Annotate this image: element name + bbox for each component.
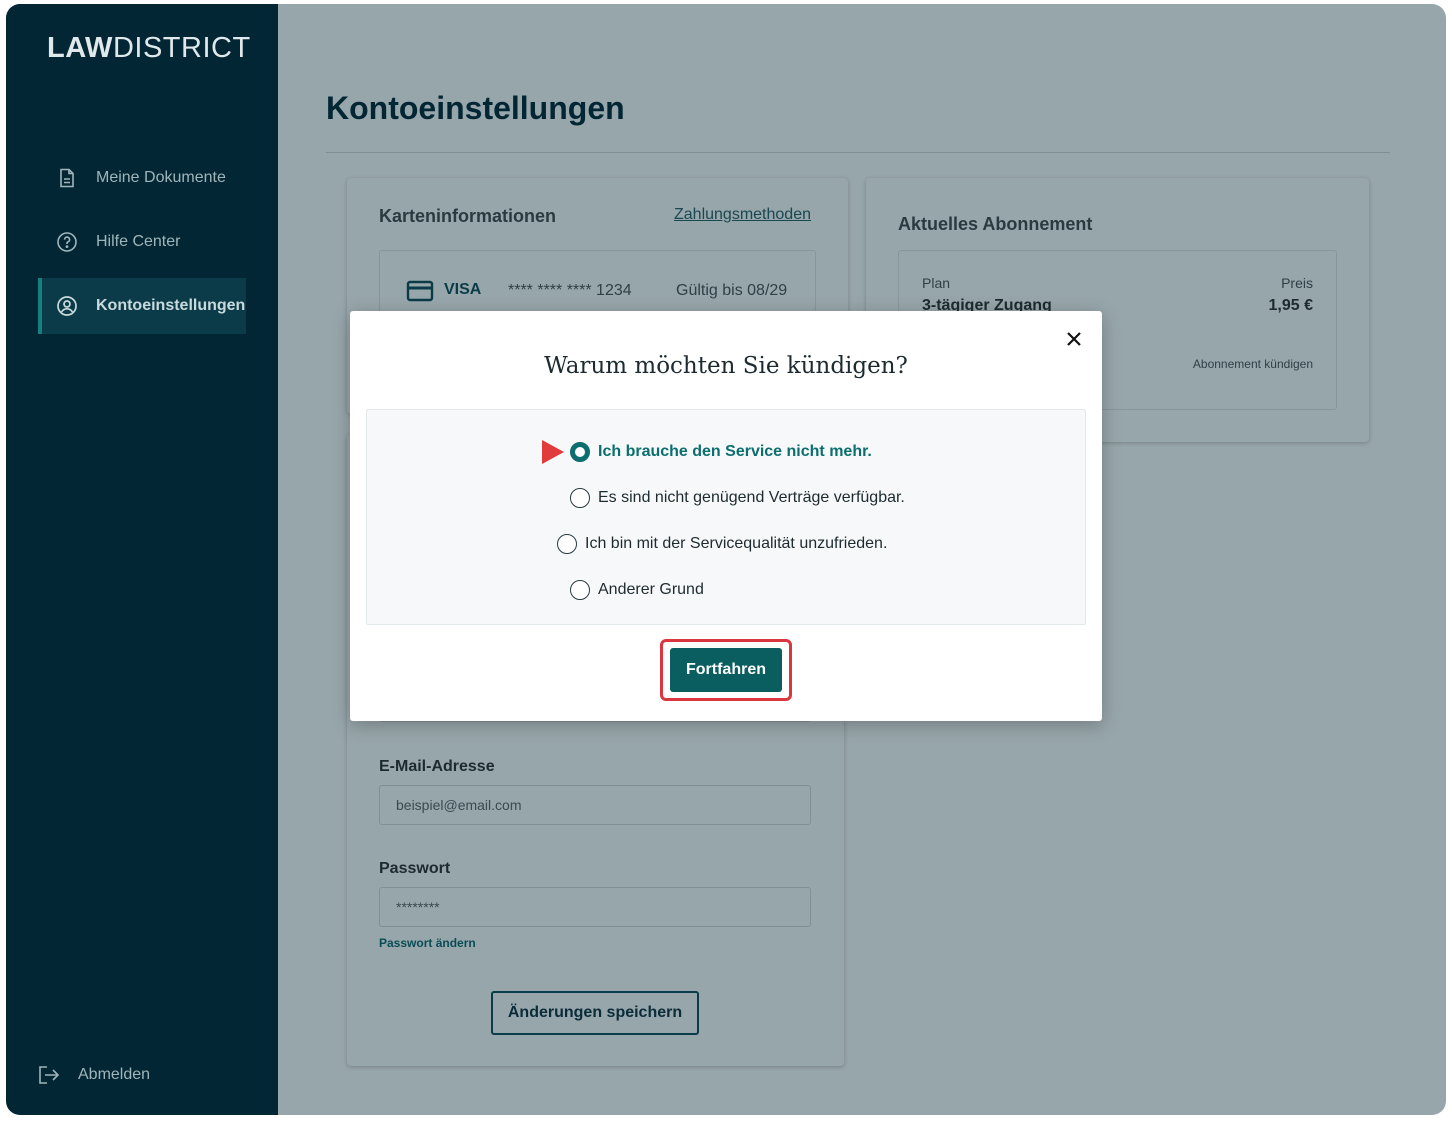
- plan-label: Plan: [922, 275, 951, 291]
- continue-highlight: Fortfahren: [660, 639, 792, 701]
- price-value: 1,95 €: [1268, 297, 1313, 314]
- sidebar-item-help[interactable]: Hilfe Center: [38, 214, 246, 270]
- app-window: LAWDISTRICT Meine Dokumente Hilfe Center: [6, 4, 1446, 1115]
- card-brand: VISA: [444, 281, 482, 298]
- save-changes-button[interactable]: Änderungen speichern: [491, 991, 699, 1035]
- close-button[interactable]: [1062, 329, 1086, 353]
- reason-option-quality[interactable]: Ich bin mit der Servicequalität unzufrie…: [557, 534, 887, 554]
- logo-bold-part: LAW: [47, 32, 113, 64]
- reason-options: Ich brauche den Service nicht mehr. Es s…: [366, 409, 1086, 625]
- document-icon: [56, 167, 78, 189]
- payment-methods-link[interactable]: Zahlungsmethoden: [674, 206, 811, 224]
- reason-label: Es sind nicht genügend Verträge verfügba…: [598, 489, 905, 506]
- email-input[interactable]: beispiel@email.com: [379, 785, 811, 825]
- continue-button[interactable]: Fortfahren: [670, 648, 782, 692]
- sidebar-item-account-settings[interactable]: Kontoeinstellungen: [38, 278, 246, 334]
- pointer-arrow-icon: [542, 440, 564, 464]
- cancel-reason-modal: Warum möchten Sie kündigen? Ich brauche …: [350, 311, 1102, 721]
- cancel-subscription-link[interactable]: Abonnement kündigen: [1193, 357, 1313, 371]
- card-info-heading: Karteninformationen: [379, 206, 557, 226]
- radio[interactable]: [570, 488, 590, 508]
- logo[interactable]: LAWDISTRICT: [47, 32, 251, 65]
- title-divider: [326, 152, 1390, 153]
- price-label: Preis: [1281, 275, 1313, 291]
- sidebar-item-label: Meine Dokumente: [96, 169, 226, 186]
- reason-option-no-need[interactable]: Ich brauche den Service nicht mehr.: [570, 442, 872, 462]
- password-input[interactable]: ********: [379, 887, 811, 927]
- logo-light-part: DISTRICT: [112, 32, 251, 64]
- credit-card-icon: [406, 280, 434, 307]
- sidebar-item-label: Hilfe Center: [96, 233, 181, 250]
- change-password-link[interactable]: Passwort ändern: [379, 936, 476, 950]
- email-label: E-Mail-Adresse: [379, 758, 495, 775]
- reason-label: Ich brauche den Service nicht mehr.: [598, 443, 872, 460]
- user-circle-icon: [56, 295, 78, 317]
- logout-button[interactable]: Abmelden: [38, 1064, 150, 1086]
- help-circle-icon: [56, 231, 78, 253]
- reason-label: Ich bin mit der Servicequalität unzufrie…: [585, 535, 888, 552]
- logout-icon: [38, 1064, 62, 1086]
- sidebar-item-label: Kontoeinstellungen: [96, 297, 246, 314]
- radio[interactable]: [570, 580, 590, 600]
- radio-selected[interactable]: [570, 442, 590, 462]
- subscription-heading: Aktuelles Abonnement: [898, 214, 1093, 234]
- reason-option-other[interactable]: Anderer Grund: [570, 580, 704, 600]
- close-icon: [1065, 330, 1083, 353]
- password-label: Passwort: [379, 860, 451, 877]
- card-number: **** **** **** 1234: [508, 282, 632, 299]
- sidebar-item-documents[interactable]: Meine Dokumente: [38, 150, 246, 206]
- card-expiry: Gültig bis 08/29: [676, 282, 788, 299]
- radio[interactable]: [557, 534, 577, 554]
- sidebar: LAWDISTRICT Meine Dokumente Hilfe Center: [6, 4, 278, 1115]
- reason-label: Anderer Grund: [598, 581, 704, 598]
- logout-label: Abmelden: [78, 1066, 151, 1083]
- reason-option-few-contracts[interactable]: Es sind nicht genügend Verträge verfügba…: [570, 488, 905, 508]
- page-title: Kontoeinstellungen: [326, 90, 625, 126]
- modal-title: Warum möchten Sie kündigen?: [544, 353, 908, 379]
